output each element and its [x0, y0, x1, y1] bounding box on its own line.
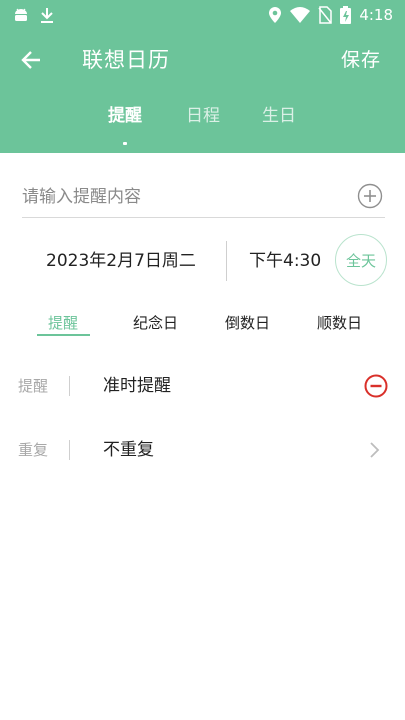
- reminder-field-label: 提醒: [18, 377, 49, 395]
- wifi-icon: [290, 7, 311, 23]
- status-time: 4:18: [359, 6, 393, 24]
- header: 4:18 联想日历 保存 提醒 日程 生日: [0, 0, 405, 153]
- status-bar: 4:18: [0, 0, 405, 30]
- tab-reminder[interactable]: 提醒: [108, 102, 142, 130]
- repeat-field-label: 重复: [18, 441, 49, 459]
- type-tab-countdown[interactable]: 倒数日: [225, 312, 270, 334]
- repeat-field-row[interactable]: 重复 不重复: [0, 431, 405, 471]
- active-tab-indicator: [123, 142, 127, 145]
- all-day-label: 全天: [345, 251, 376, 270]
- all-day-toggle[interactable]: 全天: [335, 234, 387, 286]
- datetime-divider: [226, 241, 227, 281]
- type-tab-countup[interactable]: 顺数日: [317, 312, 362, 334]
- top-tabs: 提醒 日程 生日: [0, 102, 405, 148]
- status-bar-right: 4:18: [268, 5, 393, 25]
- no-sim-icon: [318, 6, 333, 24]
- tab-birthday[interactable]: 生日: [262, 102, 296, 130]
- android-icon: [15, 8, 27, 21]
- reminder-field-row[interactable]: 提醒 准时提醒: [0, 367, 405, 407]
- arrow-left-icon: [21, 51, 40, 69]
- app-bar: 联想日历 保存: [0, 38, 405, 82]
- field-separator: [69, 440, 70, 460]
- calendar-add-reminder-screen: 4:18 联想日历 保存 提醒 日程 生日 请输入提醒内容 2023年2月7日周…: [0, 0, 405, 720]
- battery-icon: [340, 6, 352, 24]
- reminder-content-row: [22, 178, 385, 218]
- datetime-row: 2023年2月7日周二 下午4:30 全天: [0, 234, 405, 288]
- tab-schedule[interactable]: 日程: [186, 102, 220, 130]
- type-tab-reminder[interactable]: 提醒: [48, 312, 78, 334]
- minus-circle-icon[interactable]: [364, 374, 388, 398]
- repeat-field-value: 不重复: [103, 440, 154, 460]
- reminder-field-value: 准时提醒: [103, 376, 171, 396]
- back-button[interactable]: [14, 44, 48, 76]
- plus-circle-icon[interactable]: [357, 183, 383, 209]
- type-tab-anniversary[interactable]: 纪念日: [133, 312, 178, 334]
- page-title: 联想日历: [82, 48, 170, 72]
- active-type-underline: [37, 334, 90, 336]
- time-picker[interactable]: 下午4:30: [249, 248, 321, 274]
- location-icon: [269, 7, 282, 23]
- save-button[interactable]: 保存: [341, 46, 381, 74]
- date-picker[interactable]: 2023年2月7日周二: [46, 248, 196, 274]
- reminder-content-input[interactable]: [22, 182, 342, 212]
- download-icon: [41, 8, 53, 23]
- chevron-right-icon: [370, 442, 380, 458]
- field-separator: [69, 376, 70, 396]
